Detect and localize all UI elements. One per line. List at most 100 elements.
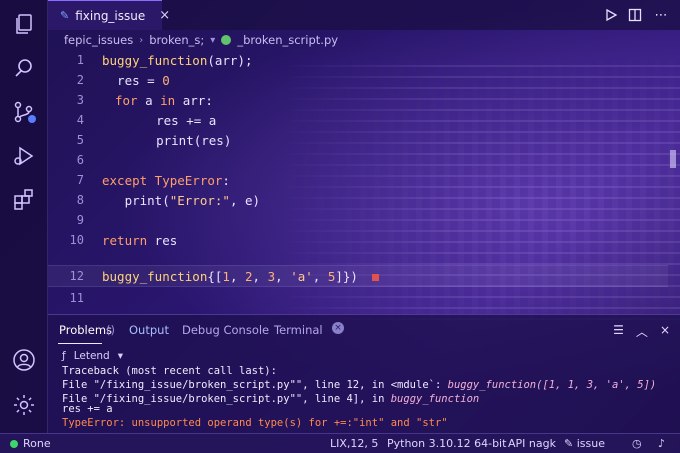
line-number: 1 — [76, 53, 84, 67]
problems-badge: () — [106, 323, 115, 337]
extensions-icon[interactable] — [10, 186, 38, 214]
tab-fixing-issue[interactable]: ✎ fixing_issue × — [48, 0, 170, 30]
code-line: 5 print(res) — [48, 130, 668, 150]
output-line: File "/fixing_issue/broken_script.py"", … — [62, 379, 656, 391]
code-line: 9 — [48, 210, 668, 230]
code-token: res += a — [126, 112, 217, 128]
code-token: : — [222, 172, 230, 188]
error-marker — [371, 273, 379, 281]
breadcrumb-file[interactable]: _broken_script.py — [237, 33, 338, 47]
code-token: , e) — [229, 192, 261, 208]
branch-label: Rone — [23, 437, 51, 450]
code-token: TypeError — [147, 172, 223, 188]
status-branch[interactable]: Rone — [10, 437, 51, 450]
code-token: "Error:" — [169, 192, 230, 208]
settings-gear-icon[interactable] — [10, 391, 38, 419]
breadcrumb-subfolder[interactable]: broken_s; — [149, 33, 204, 47]
editor-tab-bar: ✎ fixing_issue × ⋯ — [48, 0, 680, 30]
code-token: ]}) — [335, 268, 358, 284]
code-token: for — [115, 92, 138, 108]
search-icon[interactable] — [10, 54, 38, 82]
close-terminal-icon[interactable]: × — [332, 322, 344, 334]
output-line: res += a — [62, 403, 113, 415]
bottom-panel: Problems () Output Debug Console Termina… — [48, 314, 680, 433]
tab-terminal[interactable]: Terminal — [274, 323, 323, 337]
line-number: 5 — [76, 133, 84, 147]
code-line: 6 — [48, 150, 668, 170]
status-api[interactable]: API nagk — [508, 437, 556, 450]
run-icon[interactable] — [602, 6, 620, 24]
code-line: 3 for a in arr: — [48, 90, 668, 110]
output-line: Traceback (most recent call last): — [62, 365, 277, 377]
line-number: 6 — [76, 153, 84, 167]
line-number: 8 — [76, 193, 84, 207]
account-icon[interactable] — [10, 346, 38, 374]
line-number: 2 — [76, 73, 84, 87]
issue-label: issue — [576, 437, 605, 450]
output-line: File "/fixing_issue/broken_script.py"", … — [62, 393, 479, 405]
bell-icon[interactable]: ♪ — [658, 437, 665, 450]
code-token: in — [160, 92, 176, 108]
code-editor[interactable]: 1 buggy_function(arr); 2 res = 0 3 for a… — [48, 50, 680, 314]
line-number: 11 — [69, 291, 84, 305]
code-token: 0 — [162, 72, 170, 88]
code-line-current: 12 buggy_function{[1, 2, 3, 'a', 5]}) — [48, 265, 668, 287]
code-token: res = — [102, 72, 163, 88]
tab-debug-console[interactable]: Debug Console — [182, 323, 269, 337]
code-line: 4 res += a — [48, 110, 668, 130]
close-panel-icon[interactable]: × — [660, 323, 670, 340]
tab-title: fixing_issue — [75, 8, 146, 23]
more-icon[interactable]: ⋯ — [652, 6, 670, 24]
line-number: 4 — [76, 113, 84, 127]
code-line: 1 buggy_function(arr); — [48, 50, 668, 70]
active-tab-indicator — [58, 343, 102, 344]
code-token: 3 — [267, 268, 276, 284]
editor-scrollbar[interactable] — [670, 150, 676, 168]
collapse-panel-icon[interactable]: ︿ — [636, 323, 648, 340]
output-text: File "/fixing_issue/broken_script.py"", … — [62, 379, 448, 391]
code-token: print( — [102, 192, 170, 208]
history-icon[interactable]: ◷ — [632, 437, 642, 450]
output-filter[interactable]: ƒ Letend ▾ — [62, 350, 123, 362]
source-control-icon[interactable] — [10, 98, 38, 126]
breadcrumb: fepic_issues › broken_s; ▾ _broken_scrip… — [48, 30, 680, 50]
line-number: 9 — [76, 213, 84, 227]
split-editor-icon[interactable] — [626, 6, 644, 24]
line-number: 3 — [76, 93, 84, 107]
code-token: , — [252, 268, 268, 284]
status-dot-icon — [10, 440, 18, 448]
code-token: , — [312, 268, 328, 284]
status-issue[interactable]: ✎ issue — [564, 437, 605, 450]
code-token: print(res) — [126, 132, 232, 148]
tab-output[interactable]: Output — [129, 323, 169, 337]
code-line: 2 res = 0 — [48, 70, 668, 90]
code-token: res — [147, 232, 178, 248]
code-token: {[ — [207, 268, 223, 284]
code-token: buggy_function — [102, 52, 208, 68]
output-error-line: TypeError: unsupported operand type(s) f… — [62, 417, 448, 429]
code-token: , — [229, 268, 246, 284]
run-debug-icon[interactable] — [10, 142, 38, 170]
tab-problems[interactable]: Problems — [59, 323, 112, 337]
filter-label: Letend — [73, 350, 110, 362]
line-number: 10 — [69, 233, 84, 247]
chevron-down-icon: ▾ — [117, 350, 124, 362]
explorer-icon[interactable] — [10, 10, 38, 38]
close-icon[interactable]: × — [159, 8, 170, 23]
python-icon — [221, 35, 232, 45]
status-python-version[interactable]: Python 3.10.12 64-bit — [387, 437, 506, 450]
clear-output-icon[interactable]: ☰ — [613, 323, 624, 340]
code-token: 'a' — [290, 268, 313, 284]
output-text: buggy_function([1, 1, 3, 'a', 5]) — [447, 379, 657, 391]
code-token: except — [102, 172, 148, 188]
breadcrumb-folder[interactable]: fepic_issues — [64, 33, 133, 47]
filter-icon: ƒ — [62, 350, 66, 362]
code-token: , — [275, 268, 291, 284]
chevron-right-icon: › — [139, 34, 144, 46]
status-bar: Rone LIX,12, 5 Python 3.10.12 64-bit API… — [0, 433, 680, 453]
panel-actions: ☰ ︿ × — [613, 323, 670, 340]
status-position[interactable]: LIX,12, 5 — [330, 437, 378, 450]
activity-bar — [0, 0, 48, 433]
line-number: 7 — [76, 173, 84, 187]
line-number: 12 — [69, 269, 84, 283]
